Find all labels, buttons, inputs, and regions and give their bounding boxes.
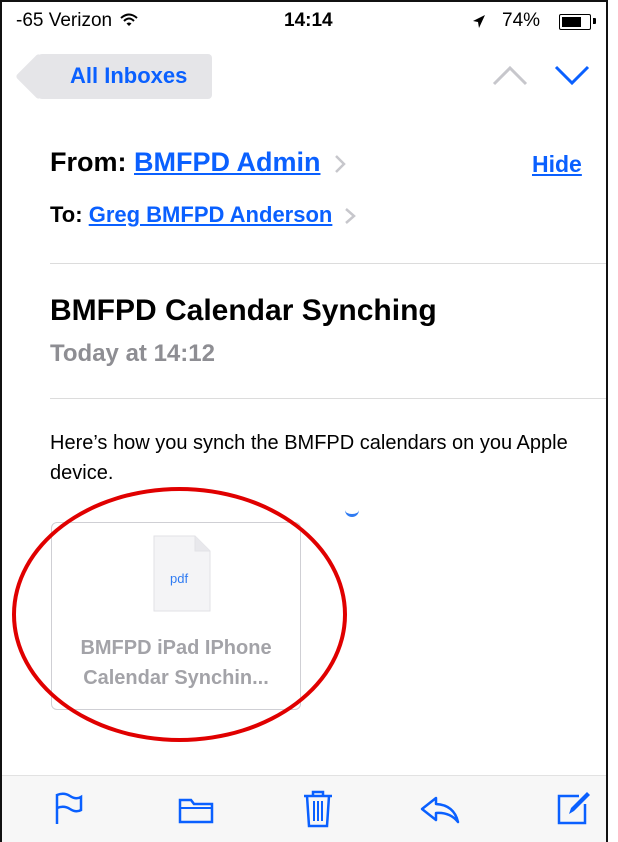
next-message-chevron-down-icon[interactable] [554,64,590,86]
folder-icon[interactable] [178,796,214,824]
divider [50,263,606,264]
from-row: From: BMFPD Admin [50,147,346,178]
to-row: To: Greg BMFPD Anderson [50,202,357,228]
clock: 14:14 [284,10,333,31]
wifi-icon [120,13,139,26]
flag-icon[interactable] [54,792,84,826]
message-body: Here’s how you synch the BMFPD calendars… [50,432,568,484]
hide-details-link[interactable]: Hide [532,151,582,178]
sender-link[interactable]: BMFPD Admin [134,147,320,177]
reply-icon[interactable] [420,796,460,824]
chevron-right-icon [335,154,346,173]
chevron-right-icon [345,208,357,225]
status-bar: -65 Verizon 14:14 74% [2,2,606,44]
from-label: From: [50,147,127,177]
mail-screen: -65 Verizon 14:14 74% All Inboxes From: … [0,0,608,842]
previous-message-chevron-up-icon[interactable] [492,64,528,86]
carrier-label: -65 Verizon [16,10,139,32]
scroll-indicator [345,506,359,517]
battery-icon [559,14,591,30]
to-label: To: [50,202,83,227]
bottom-toolbar [2,776,606,842]
trash-icon[interactable] [302,790,334,828]
message-date: Today at 14:12 [50,340,215,367]
location-arrow-icon [473,15,485,28]
battery-percent: 74% [502,10,541,31]
red-circle-annotation [12,487,347,742]
compose-icon[interactable] [555,790,591,826]
message-subject: BMFPD Calendar Synching [50,294,437,327]
recipient-link[interactable]: Greg BMFPD Anderson [89,202,333,227]
back-button-label[interactable]: All Inboxes [70,63,187,89]
divider [50,398,606,399]
